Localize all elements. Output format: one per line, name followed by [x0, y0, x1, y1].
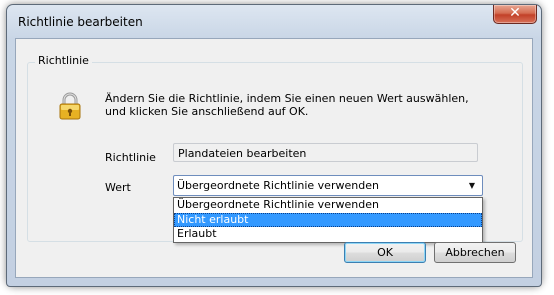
value-label: Wert: [105, 181, 131, 194]
dialog-title: Richtlinie bearbeiten: [18, 15, 143, 29]
value-dropdown-list: Übergeordnete Richtlinie verwenden Nicht…: [173, 197, 483, 243]
policy-description: Ändern Sie die Richtlinie, indem Sie ein…: [105, 92, 469, 118]
policy-name-field: Plandateien bearbeiten: [173, 143, 478, 162]
close-icon: ✕: [509, 5, 521, 21]
cancel-button[interactable]: Abbrechen: [434, 242, 516, 263]
value-select-text: Übergeordnete Richtlinie verwenden: [177, 179, 379, 192]
groupbox-label: Richtlinie: [35, 54, 92, 67]
option-allowed[interactable]: Erlaubt: [174, 227, 482, 242]
chevron-down-icon[interactable]: ▼: [465, 176, 479, 195]
dialog-client-area: Richtlinie Ändern Sie die Richtlinie, in…: [15, 38, 533, 278]
option-parent-policy[interactable]: Übergeordnete Richtlinie verwenden: [174, 198, 482, 213]
ok-button[interactable]: OK: [344, 242, 426, 263]
policy-label: Richtlinie: [105, 151, 156, 164]
value-select[interactable]: Übergeordnete Richtlinie verwenden ▼: [173, 175, 483, 196]
dialog-window: Richtlinie bearbeiten ✕ Richtlinie Änder…: [6, 4, 542, 287]
close-button[interactable]: ✕: [493, 5, 537, 24]
option-not-allowed[interactable]: Nicht erlaubt: [174, 212, 482, 227]
lock-icon: [59, 92, 81, 120]
